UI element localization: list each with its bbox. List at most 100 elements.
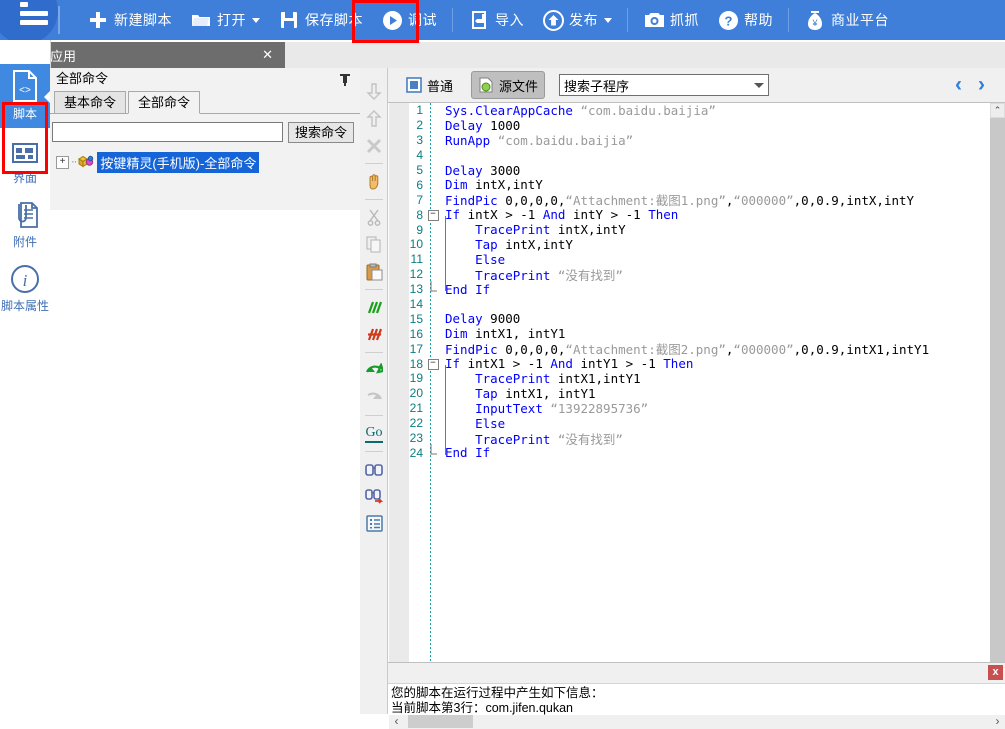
toolbar-new-script-label: 新建脚本 <box>114 12 172 28</box>
info-circle-icon: i <box>10 262 40 294</box>
command-panel-tabs: 基本命令 全部命令 <box>50 90 360 114</box>
toolbar-new-script[interactable]: 新建脚本 <box>78 0 181 40</box>
line-number: 23 <box>409 431 423 446</box>
svg-text:<>: <> <box>19 85 31 96</box>
command-search-input[interactable] <box>52 122 283 142</box>
line-number: 18 <box>409 356 423 371</box>
close-icon[interactable]: ✕ <box>262 47 273 63</box>
toolbar-save-script[interactable]: 保存脚本 <box>269 0 372 40</box>
code-line: 12 TracePrint “没有找到” <box>389 267 989 283</box>
line-number: 20 <box>409 386 423 401</box>
sidebar-item-script-properties-label: 脚本属性 <box>0 299 49 313</box>
code-line: 18− If intX1 > -1 And intY1 > -1 Then <box>389 356 989 371</box>
output-panel-header: x <box>388 663 1005 684</box>
toolbar-capture[interactable]: 抓抓 <box>634 0 708 40</box>
line-number: 6 <box>416 177 423 192</box>
properties-button[interactable] <box>360 510 388 537</box>
copy-button[interactable] <box>360 231 388 258</box>
pin-icon[interactable] <box>339 72 351 86</box>
hand-button[interactable] <box>360 168 388 195</box>
tree-node-all-commands[interactable]: + ·· 按键精灵(手机版)-全部命令 <box>56 151 360 173</box>
toolbar-help-label: 帮助 <box>744 12 773 28</box>
find-button[interactable] <box>360 456 388 483</box>
redo-button[interactable] <box>360 384 388 411</box>
cut-button[interactable] <box>360 204 388 231</box>
move-up-button[interactable] <box>360 105 388 132</box>
uncomment-button[interactable] <box>360 321 388 348</box>
app-logo[interactable] <box>0 0 62 40</box>
output-panel-body: 您的脚本在运行过程中产生如下信息： 当前脚本第3行：com.jifen.qukan <box>388 684 1005 718</box>
move-down-button[interactable] <box>360 78 388 105</box>
delete-button[interactable] <box>360 132 388 159</box>
toolbar-debug-label: 调试 <box>408 12 437 28</box>
code-text: Delay 3000 <box>445 162 521 178</box>
tab-basic-commands[interactable]: 基本命令 <box>54 91 127 113</box>
search-command-button[interactable]: 搜索命令 <box>287 121 354 143</box>
code-text: Sys.ClearAppCache “com.baidu.baijia” <box>445 103 716 118</box>
close-output-button[interactable]: x <box>988 665 1003 680</box>
sidebar-item-script-label: 脚本 <box>12 107 37 121</box>
comment-button[interactable] <box>360 294 388 321</box>
fold-collapse-icon[interactable]: − <box>427 209 439 221</box>
rail-divider <box>364 415 383 416</box>
sidebar-item-script-properties[interactable]: i 脚本属性 <box>0 256 50 320</box>
fold-end-icon <box>427 280 439 298</box>
output-panel: x 您的脚本在运行过程中产生如下信息： 当前脚本第3行：com.jifen.quk… <box>388 662 1005 715</box>
toolbar-business-platform[interactable]: ¥ 商业平台 <box>795 0 898 40</box>
toolbar-import-label: 导入 <box>495 12 524 28</box>
line-number: 9 <box>416 222 423 237</box>
toolbar-import[interactable]: 导入 <box>459 0 533 40</box>
scroll-up-icon[interactable]: ⌃ <box>990 103 1005 118</box>
editor-nav-buttons: ‹ › <box>955 73 1005 97</box>
toolbar-help[interactable]: ? 帮助 <box>708 0 782 40</box>
code-editor-area[interactable]: 1 Sys.ClearAppCache “com.baidu.baijia” 2 De… <box>389 103 1005 712</box>
toolbar-open-label: 打开 <box>217 12 246 28</box>
sidebar-item-interface[interactable]: 界面 <box>0 128 50 192</box>
application-window: 新建脚本 打开 保存脚本 调试 导入 发布 抓抓 ? 帮助 ¥ 商业平台 ✕ <… <box>0 0 1005 729</box>
menu-logo-icon <box>20 2 50 29</box>
code-line: 21 InputText “13922895736” <box>389 401 989 416</box>
subroutine-search-select[interactable]: 搜索子程序 <box>559 74 770 96</box>
block-guide <box>445 365 446 455</box>
line-number: 22 <box>409 416 423 431</box>
line-number: 14 <box>409 297 423 312</box>
script-editor: Go 普通 源文件 搜索子程序 ‹ › 1 Sys.ClearAppCache … <box>360 68 1005 729</box>
expand-icon[interactable]: + <box>56 155 69 169</box>
toolbar-debug[interactable]: 调试 <box>372 0 446 40</box>
undo-button[interactable] <box>360 357 388 384</box>
toolbar-publish-label: 发布 <box>569 12 598 28</box>
line-number: 15 <box>409 311 423 326</box>
code-line: 1 Sys.ClearAppCache “com.baidu.baijia” <box>389 103 989 118</box>
toolbar-save-script-label: 保存脚本 <box>305 12 363 28</box>
paste-button[interactable] <box>360 258 388 285</box>
line-number: 13 <box>409 282 423 297</box>
mode-source-label: 源文件 <box>499 78 539 94</box>
toolbar-publish[interactable]: 发布 <box>533 0 621 40</box>
code-line: 9 TracePrint intX,intY <box>389 222 989 237</box>
main-toolbar: 新建脚本 打开 保存脚本 调试 导入 发布 抓抓 ? 帮助 ¥ 商业平台 <box>0 0 1005 43</box>
code-vertical-scrollbar[interactable]: ⌃ <box>990 103 1005 712</box>
code-line: 2 Delay 1000 <box>389 118 989 133</box>
sidebar-item-attachment[interactable]: 附件 <box>0 192 50 256</box>
code-file-icon: <> <box>11 70 39 102</box>
rail-divider <box>364 163 383 164</box>
nav-prev-button[interactable]: ‹ <box>955 73 962 97</box>
mode-normal-button[interactable]: 普通 <box>400 72 459 98</box>
rail-divider <box>364 289 383 290</box>
tab-all-commands[interactable]: 全部命令 <box>128 91 201 114</box>
line-number: 17 <box>409 341 423 356</box>
upload-circle-icon <box>542 9 564 31</box>
sidebar-item-interface-label: 界面 <box>12 171 37 185</box>
mode-source-button[interactable]: 源文件 <box>471 71 546 99</box>
line-number: 24 <box>409 445 423 460</box>
toolbar-open[interactable]: 打开 <box>181 0 269 40</box>
goto-line-button[interactable]: Go <box>360 420 388 447</box>
find-replace-button[interactable] <box>360 483 388 510</box>
code-line: 3 RunApp “com.baidu.baijia” <box>389 133 989 148</box>
rail-divider <box>364 451 383 452</box>
rail-divider <box>364 352 383 353</box>
nav-next-button[interactable]: › <box>978 73 985 97</box>
sidebar-item-script[interactable]: <> 脚本 <box>0 64 51 128</box>
code-line: 24 End If <box>389 444 989 460</box>
fold-collapse-icon[interactable]: − <box>427 358 439 370</box>
